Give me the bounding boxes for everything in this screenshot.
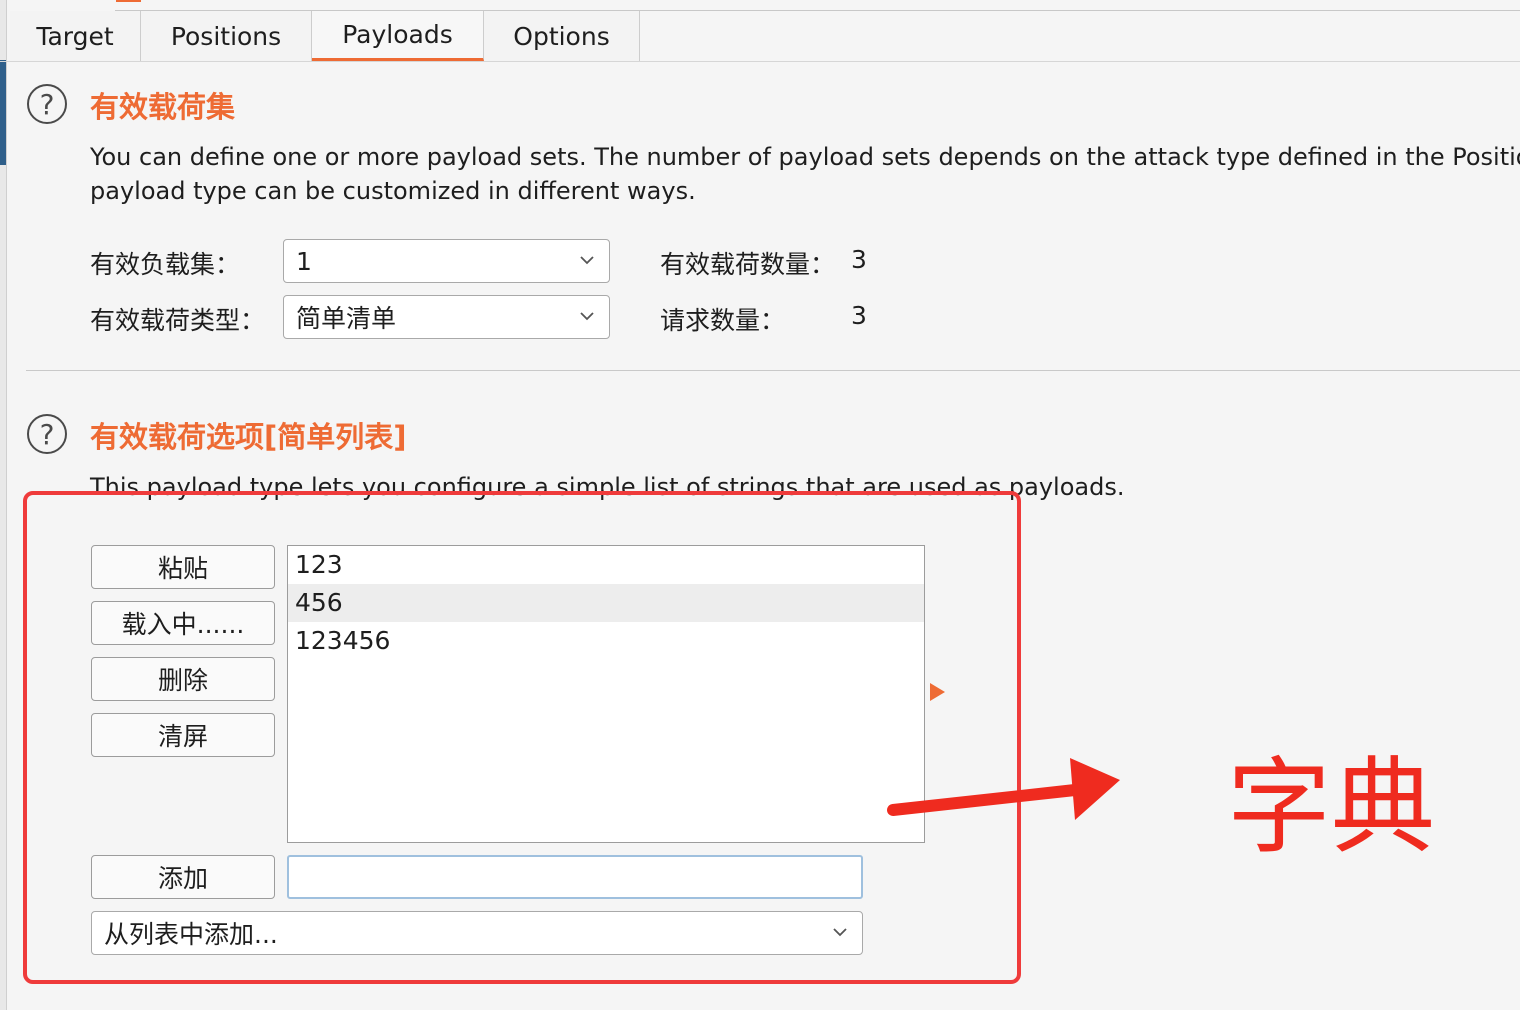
payload-type-value: 简单清单 (296, 304, 397, 333)
request-count-label: 请求数量： (660, 306, 786, 335)
annotation-label: 字典 (1227, 746, 1436, 868)
tab-options-label: Options (513, 21, 610, 51)
help-icon[interactable]: ? (27, 84, 67, 124)
payload-type-label: 有效载荷类型： (90, 306, 266, 335)
payload-count-label: 有效载荷数量： (660, 250, 836, 279)
request-count-value: 3 (851, 301, 867, 330)
section-divider (26, 370, 1520, 371)
help-icon-glyph: ? (39, 87, 55, 121)
tab-options[interactable]: Options (484, 11, 640, 61)
help-icon[interactable]: ? (27, 414, 67, 454)
help-icon-glyph: ? (39, 417, 55, 451)
tab-positions-label: Positions (170, 21, 282, 51)
tab-target[interactable]: Target (10, 11, 141, 61)
payload-sets-description-line1: You can define one or more payload sets.… (90, 143, 1520, 171)
left-edge-accent (0, 60, 6, 165)
payload-type-select[interactable]: 简单清单 (283, 295, 610, 339)
payload-set-label: 有效负载集： (90, 250, 241, 279)
payload-set-value: 1 (296, 246, 312, 276)
annotation-arrow-icon (887, 758, 1120, 820)
annotation-highlight-box (23, 491, 1021, 984)
payload-options-title: 有效载荷选项[简单列表] (90, 420, 407, 454)
tab-payloads-label: Payloads (342, 20, 453, 49)
left-window-edge (0, 0, 7, 1010)
tab-payloads[interactable]: Payloads (312, 11, 484, 61)
tab-target-label: Target (36, 21, 114, 51)
tab-bar: Target Positions Payloads Options (0, 0, 1520, 62)
tab-positions[interactable]: Positions (141, 11, 312, 61)
payload-set-select[interactable]: 1 (283, 239, 610, 283)
chevron-down-icon (580, 312, 594, 321)
chevron-down-icon (580, 256, 594, 265)
payload-sets-description-line2: payload type can be customized in differ… (90, 177, 696, 205)
tab-bar-baseline (0, 61, 1520, 62)
payload-sets-title: 有效载荷集 (90, 90, 236, 124)
payload-count-value: 3 (851, 245, 867, 274)
